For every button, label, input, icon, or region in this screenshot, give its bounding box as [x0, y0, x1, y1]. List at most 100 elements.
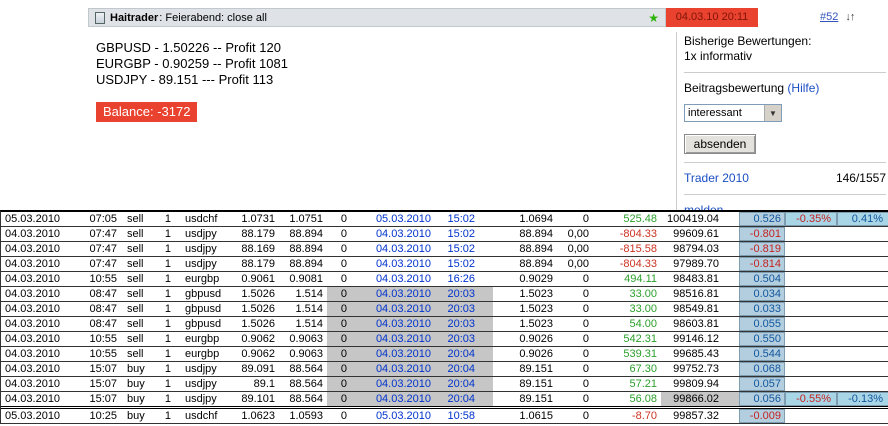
post-number-link[interactable]: #52 — [820, 11, 838, 23]
summary-percent-2 — [837, 257, 888, 271]
summary-percent-2 — [837, 347, 888, 361]
post-nav-arrows-icon[interactable]: ↓↑ — [845, 11, 855, 23]
summary-percent-2 — [837, 227, 888, 241]
symbol: eurgbp — [185, 273, 220, 285]
trade-side: sell — [127, 243, 144, 255]
table-row: 05.03.2010 10:25 buy 1 usdchf 1.0623 1.0593 0 05… — [1, 409, 888, 424]
zero-flag: 0 — [327, 332, 353, 346]
table-row: 05.03.2010 07:05 sell 1 usdchf 1.0731 1.0751 0 0… — [1, 212, 888, 227]
open-price: 89.091 — [241, 363, 275, 375]
table-row: 04.03.2010 10:55 sell 1 eurgbp 0.9061 0.9081 0 0… — [1, 272, 888, 287]
lots: 1 — [164, 348, 171, 360]
dropdown-arrow-icon[interactable]: ▼ — [764, 105, 781, 121]
symbol: eurgbp — [185, 333, 220, 345]
profit: 33.00 — [629, 303, 657, 315]
open-price: 0.9062 — [241, 333, 275, 345]
symbol: gbpusd — [185, 288, 222, 300]
open-time: 08:47 — [89, 318, 117, 330]
price-2: 88.894 — [289, 243, 323, 255]
price-2: 88.564 — [289, 363, 323, 375]
summary-percent-2: -0.13% — [837, 392, 888, 406]
zero-flag: 0 — [327, 362, 353, 376]
close-date: 05.03.2010 — [375, 213, 431, 225]
profit: 539.31 — [623, 348, 657, 360]
profit-percent: 0.057 — [739, 377, 785, 391]
summary-percent-1 — [785, 302, 837, 316]
close-price: 1.0615 — [519, 410, 553, 422]
open-time: 15:07 — [89, 378, 117, 390]
open-price: 89.101 — [241, 393, 275, 405]
profit-percent: 0.550 — [739, 332, 785, 346]
summary-percent-1 — [785, 242, 837, 256]
balance: 98483.81 — [673, 273, 719, 285]
close-date: 04.03.2010 — [375, 258, 431, 270]
profit-percent: 0.034 — [739, 287, 785, 301]
profit: 494.11 — [624, 273, 657, 285]
balance: 99857.32 — [673, 410, 719, 422]
star-icon[interactable]: ★ — [648, 12, 659, 24]
zero-2: 0 — [582, 410, 589, 422]
summary-percent-1 — [785, 409, 837, 423]
summary-percent-1 — [785, 272, 837, 286]
forum-post: Haitrader : Feierabend: close all ★ 04.0… — [88, 8, 888, 217]
lots: 1 — [164, 258, 171, 270]
help-link[interactable]: (Hilfe) — [787, 81, 819, 95]
close-price: 1.0694 — [519, 213, 553, 225]
summary-percent-2 — [837, 317, 888, 331]
profit: 525.48 — [623, 213, 657, 225]
balance: 98549.81 — [673, 303, 719, 315]
close-date: 04.03.2010 — [353, 332, 433, 346]
summary-percent-2 — [837, 362, 888, 376]
balance: 99685.43 — [673, 348, 719, 360]
profit-percent: -0.801 — [739, 227, 785, 241]
balance: 98516.81 — [673, 288, 719, 300]
summary-percent-1: -0.55% — [785, 392, 837, 406]
zero-flag: 0 — [327, 377, 353, 391]
submit-rating-button[interactable]: absenden — [684, 134, 756, 154]
close-price: 1.5023 — [519, 318, 553, 330]
trade-side: sell — [127, 258, 144, 270]
symbol: usdchf — [185, 410, 218, 422]
profit: -804.33 — [619, 258, 657, 270]
lots: 1 — [164, 213, 171, 225]
profit: -8.70 — [631, 410, 657, 422]
summary-percent-1 — [785, 377, 837, 391]
trader-link[interactable]: Trader 2010 — [684, 171, 749, 186]
sidebar-divider — [676, 32, 677, 210]
trade-side: sell — [127, 288, 144, 300]
open-time: 10:25 — [89, 410, 117, 422]
ratings-label: Bisherige Bewertungen: — [684, 34, 812, 48]
price-2: 1.0751 — [289, 213, 323, 225]
post-meta: #52 ↓↑ — [758, 8, 888, 27]
zero-flag: 0 — [327, 347, 353, 361]
post-count: 146/1557 — [835, 171, 886, 185]
forum-page: Haitrader : Feierabend: close all ★ 04.0… — [0, 0, 888, 426]
lots: 1 — [164, 243, 171, 255]
rating-select[interactable]: interessant ▼ — [684, 104, 782, 122]
open-date: 04.03.2010 — [5, 348, 61, 360]
symbol: usdjpy — [185, 258, 217, 270]
rating-select-value: interessant — [688, 107, 742, 119]
zero-flag: 0 — [327, 392, 353, 406]
post-author[interactable]: Haitrader — [110, 12, 158, 24]
trade-side: buy — [127, 410, 145, 422]
profit-percent: -0.819 — [739, 242, 785, 256]
trade-side: sell — [127, 333, 144, 345]
table-row: 04.03.2010 15:07 buy 1 usdjpy 89.1 88.564 0 04.0… — [1, 377, 888, 392]
zero-2: 0 — [582, 318, 589, 330]
close-price: 1.5023 — [519, 288, 553, 300]
balance: 99752.73 — [673, 363, 719, 375]
open-time: 07:47 — [89, 258, 117, 270]
summary-percent-1 — [785, 317, 837, 331]
open-date: 04.03.2010 — [5, 378, 61, 390]
table-row: 04.03.2010 07:47 sell 1 usdjpy 88.169 88.894 0 0… — [1, 242, 888, 257]
balance: 99609.61 — [673, 228, 719, 240]
close-date: 04.03.2010 — [353, 287, 433, 301]
summary-percent-2 — [837, 409, 888, 423]
open-time: 07:47 — [89, 243, 117, 255]
summary-percent-2 — [837, 287, 888, 301]
summary-percent-1 — [785, 362, 837, 376]
trade-side: buy — [127, 378, 145, 390]
open-price: 1.5026 — [241, 288, 275, 300]
open-price: 88.179 — [241, 228, 275, 240]
